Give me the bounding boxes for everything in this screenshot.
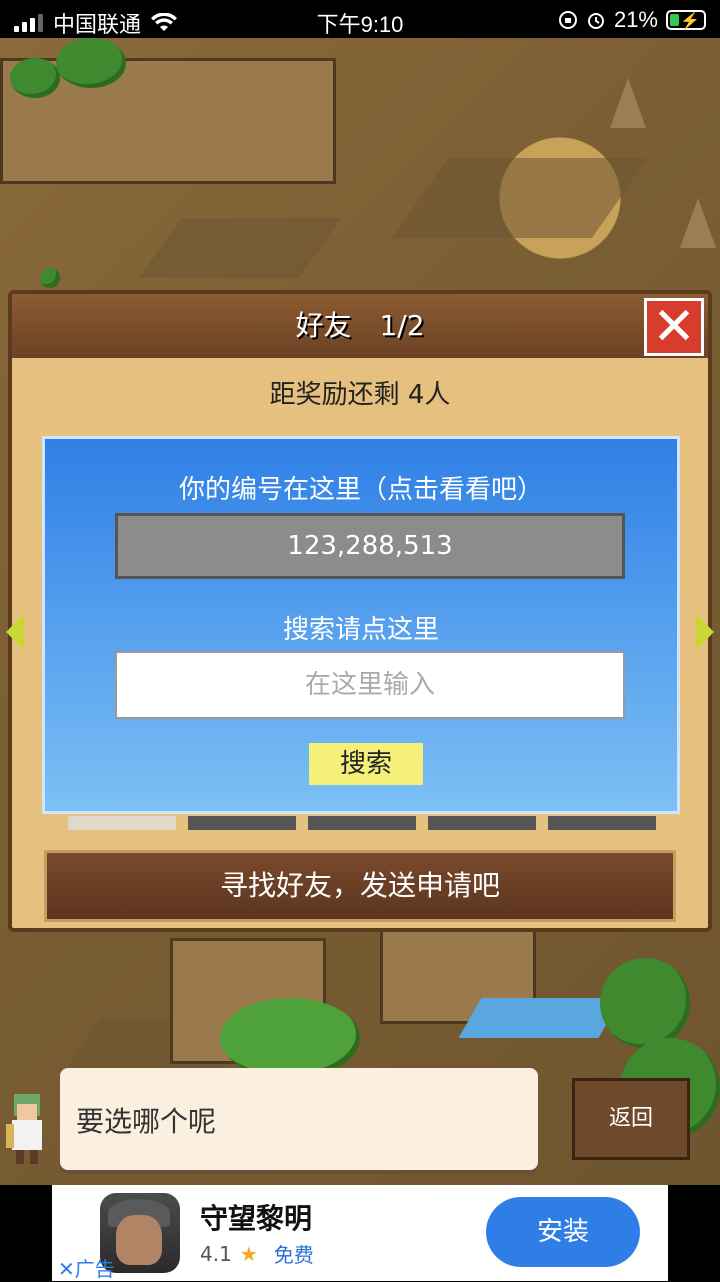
ad-price: 免费 [273, 1243, 314, 1267]
ad-label-text: 广告 [74, 1257, 115, 1281]
close-icon: ✕ [652, 297, 696, 357]
prev-page-arrow-icon[interactable] [6, 614, 24, 650]
search-button[interactable]: 搜索 [309, 743, 423, 785]
ad-rating: 4.1 [200, 1241, 232, 1266]
friend-slot [548, 816, 656, 830]
status-bar: 中国联通 下午9:10 21% ⚡ [0, 0, 720, 38]
back-button[interactable]: 返回 [572, 1078, 690, 1160]
ad-app-name[interactable]: 守望黎明 [200, 1197, 312, 1237]
friends-dialog: 好友 1/2 ✕ 距奖励还剩 4人 你的编号在这里（点击看看吧） 123,288… [6, 290, 714, 932]
dialog-title: 好友 1/2 [12, 294, 708, 358]
battery-icon: ⚡ [666, 10, 706, 30]
friend-slot [188, 816, 296, 830]
install-button[interactable]: 安装 [486, 1197, 640, 1267]
next-page-arrow-icon[interactable] [696, 614, 714, 650]
speech-bubble: 要选哪个呢 [60, 1068, 538, 1170]
reward-text: 距奖励还剩 4人 [269, 380, 451, 410]
ad-label[interactable]: ✕广告 [58, 1253, 115, 1282]
rotation-lock-icon [558, 11, 577, 29]
battery-percent: 21% [613, 7, 658, 32]
ad-banner[interactable]: 守望黎明 4.1 ★ 免费 安装 ✕广告 [52, 1185, 668, 1281]
id-label[interactable]: 你的编号在这里（点击看看吧） [45, 469, 677, 506]
ad-meta: 4.1 ★ 免费 [200, 1239, 314, 1268]
close-button[interactable]: ✕ [644, 298, 704, 356]
bubble-text: 要选哪个呢 [76, 1105, 217, 1138]
search-input[interactable]: 在这里输入 [115, 651, 625, 719]
id-search-panel: 你的编号在这里（点击看看吧） 123,288,513 搜索请点这里 在这里输入 … [42, 436, 680, 814]
friend-slot [428, 816, 536, 830]
friend-slot [68, 816, 176, 830]
star-icon: ★ [239, 1241, 258, 1266]
search-label: 搜索请点这里 [282, 615, 439, 645]
find-friends-button[interactable]: 寻找好友，发送申请吧 [44, 850, 676, 922]
advisor-avatar [6, 1094, 42, 1164]
alarm-icon [587, 13, 604, 29]
player-id-field[interactable]: 123,288,513 [115, 513, 625, 579]
close-ad-icon[interactable]: ✕ [58, 1257, 75, 1281]
friend-slot [308, 816, 416, 830]
